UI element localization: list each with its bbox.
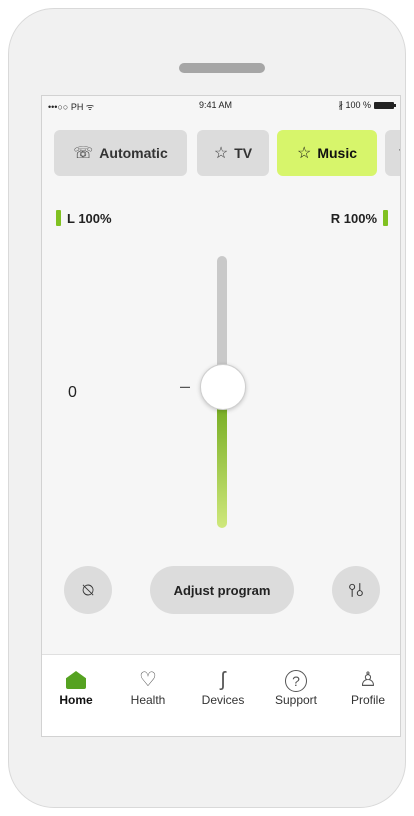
- program-music[interactable]: ☆ Music: [277, 130, 377, 176]
- app-screen: •••○○ PH ᯤ 9:41 AM ∦ 100 % ☏ Automatic ☆…: [41, 95, 401, 737]
- volume-track-filled[interactable]: [217, 393, 227, 528]
- right-battery-level: R 100%: [331, 210, 388, 226]
- tab-devices[interactable]: ʃ Devices: [191, 667, 255, 707]
- program-next-partial[interactable]: ɤ: [385, 130, 400, 176]
- left-battery-level: L 100%: [56, 210, 112, 226]
- speaker-muted-icon: ⍉: [82, 579, 94, 600]
- program-label: Automatic: [99, 145, 168, 161]
- star-icon: ☆: [296, 145, 312, 162]
- tab-support[interactable]: ? Support: [264, 667, 328, 707]
- person-icon: ♙: [359, 669, 377, 691]
- minus-indicator: –: [180, 376, 191, 396]
- adjust-program-button[interactable]: Adjust program: [150, 566, 294, 614]
- tab-profile[interactable]: ♙ Profile: [336, 667, 400, 707]
- program-automatic[interactable]: ☏ Automatic: [54, 130, 187, 176]
- star-icon: ☆: [213, 145, 229, 162]
- program-selector: ☏ Automatic ☆ TV ☆ Music ɤ: [54, 130, 400, 178]
- right-battery-text: R 100%: [330, 210, 377, 226]
- status-time: 9:41 AM: [199, 100, 233, 110]
- question-icon: ?: [264, 667, 328, 693]
- heart-icon: ♡: [139, 669, 157, 691]
- tab-label: Support: [274, 693, 318, 707]
- tab-label: Profile: [350, 693, 385, 707]
- home-icon: [44, 667, 108, 693]
- phone-speaker: [179, 63, 265, 73]
- question-glyph: ?: [285, 670, 307, 692]
- sliders-icon: ⫯⫰: [348, 579, 364, 600]
- program-label: TV: [234, 145, 253, 161]
- phone-frame: •••○○ PH ᯤ 9:41 AM ∦ 100 % ☏ Automatic ☆…: [8, 8, 406, 808]
- status-battery-text: ∦ 100 %: [338, 100, 371, 110]
- mute-button[interactable]: ⍉: [64, 566, 112, 614]
- volume-value: 0: [68, 384, 77, 401]
- bottom-tab-bar: Home ♡ Health ʃ Devices ? Support ♙ Prof…: [42, 655, 400, 736]
- carrier-signal: •••○○ PH ᯤ: [48, 102, 95, 112]
- ear-waves-icon: ☏: [73, 145, 94, 162]
- tab-label: Health: [130, 693, 166, 707]
- partial-icon: ɤ: [399, 144, 400, 162]
- right-battery-icon: [383, 210, 388, 226]
- left-battery-icon: [56, 210, 61, 226]
- equalizer-button[interactable]: ⫯⫰: [332, 566, 380, 614]
- tab-label: Home: [59, 693, 93, 707]
- volume-slider-thumb[interactable]: [200, 364, 246, 410]
- left-battery-text: L 100%: [67, 210, 112, 226]
- battery-icon: [374, 102, 396, 109]
- tab-label: Devices: [201, 693, 245, 707]
- program-label: Music: [317, 145, 358, 161]
- hearing-aid-icon: ʃ: [220, 669, 226, 691]
- tab-health[interactable]: ♡ Health: [116, 667, 180, 707]
- program-tv[interactable]: ☆ TV: [197, 130, 269, 176]
- tab-home[interactable]: Home: [44, 667, 108, 707]
- status-bar: •••○○ PH ᯤ 9:41 AM ∦ 100 %: [42, 96, 400, 116]
- status-battery: ∦ 100 %: [338, 100, 396, 111]
